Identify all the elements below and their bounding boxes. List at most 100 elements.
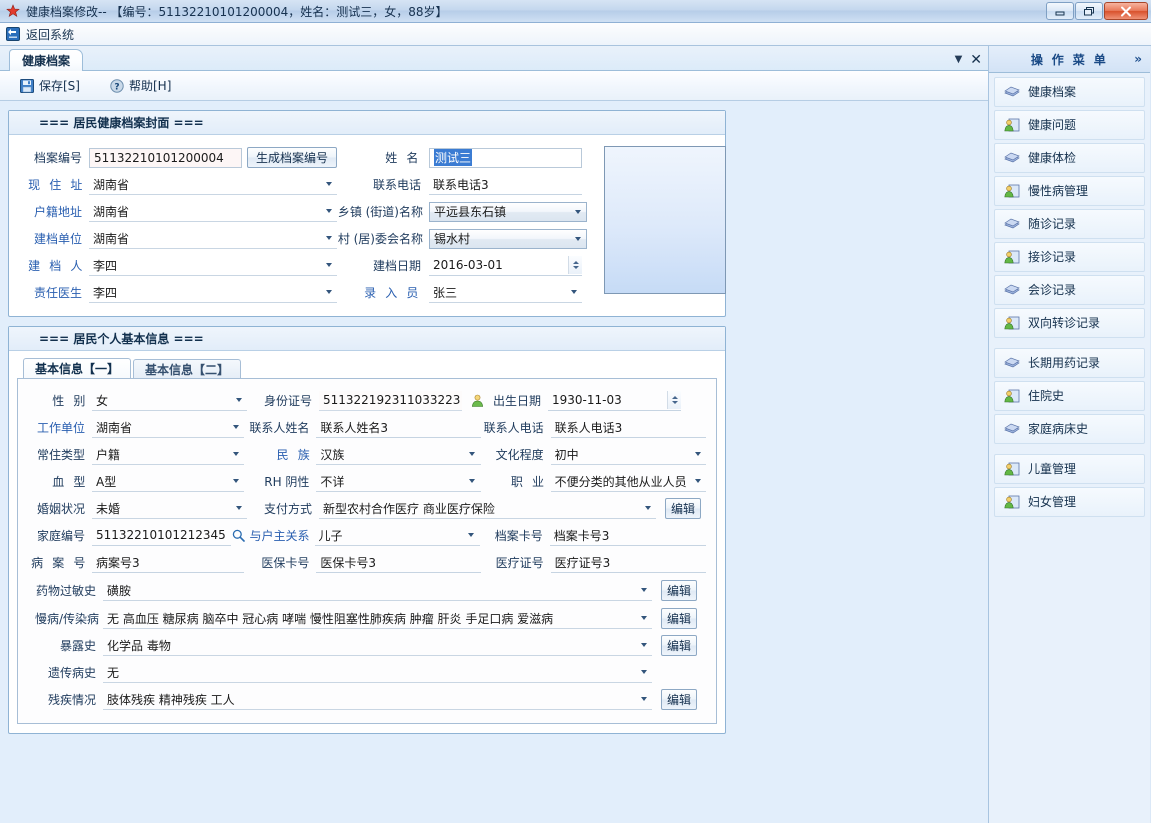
row-exposure: 暴露史 化学品 毒物 编辑 [28,632,706,659]
rh-label: RH 阴性 [264,475,310,489]
file-card-input[interactable]: 档案卡号3 [549,526,707,546]
tab-basic-info-1[interactable]: 基本信息【一】 [23,358,132,378]
cover-panel: === 居民健康档案封面 === 档案编号 51132210101200004 … [8,110,726,317]
chevron-down-icon [232,398,245,402]
rh-value: 不详 [320,474,345,489]
contact-name-input[interactable]: 联系人姓名3 [316,418,481,438]
unit-value: 湖南省 [93,231,130,246]
menu-item-hospitalization-history[interactable]: 住院史 [994,381,1145,411]
occupation-combo[interactable]: 不便分类的其他从业人员 [550,472,707,492]
search-icon[interactable] [231,528,247,544]
family-no-input[interactable]: 51132210101212345 [92,526,231,546]
recorder-combo[interactable]: 张三 [429,283,582,303]
medical-cert-input[interactable]: 医疗证号3 [550,553,706,573]
personal-subtabs: 基本信息【一】 基本信息【二】 [17,357,717,378]
menu-item-consultation-record[interactable]: 会诊记录 [994,275,1145,305]
chronic-combo[interactable]: 无 高血压 糖尿病 脑卒中 冠心病 哮喘 慢性阻塞性肺疾病 肿瘤 肝炎 手足口病… [103,609,652,629]
photo-placeholder[interactable] [604,146,726,294]
name-input-value: 测试三 [434,149,473,166]
menu-item-two-way-referral[interactable]: 双向转诊记录 [994,308,1145,338]
chronic-value: 无 高血压 糖尿病 脑卒中 冠心病 哮喘 慢性阻塞性肺疾病 肿瘤 肝炎 手足口病… [107,611,554,626]
content-pane: 健康档案 ▼ ✕ 保存[S] ? 帮助[H] === 居民健康档案封面 === … [0,46,989,823]
education-combo[interactable]: 初中 [550,445,707,465]
residence-type-value: 户籍 [96,447,121,462]
marital-combo[interactable]: 未婚 [92,499,247,519]
exposure-value: 化学品 毒物 [107,638,171,653]
tab-basic-info-1-label: 基本信息【一】 [35,362,120,376]
help-button[interactable]: ? 帮助[H] [106,75,175,96]
menu-item-chronic-management[interactable]: 慢性病管理 [994,176,1145,206]
menu-item-health-record[interactable]: 健康档案 [994,77,1145,107]
chevron-down-icon [232,506,245,510]
insurance-card-input[interactable]: 医保卡号3 [316,553,481,573]
birth-date-spinner[interactable] [667,391,681,409]
chronic-edit-button[interactable]: 编辑 [661,608,697,629]
gender-combo[interactable]: 女 [92,391,247,411]
ethnic-combo[interactable]: 汉族 [316,445,481,465]
household-address-combo[interactable]: 湖南省 [89,202,337,222]
contact-phone-input[interactable]: 联系人电话3 [550,418,706,438]
relation-combo[interactable]: 儿子 [314,526,480,546]
archive-no-label: 档案编号 [33,151,82,165]
chevron-down-icon [691,452,704,456]
relation-value: 儿子 [318,528,343,543]
birth-input[interactable]: 1930-11-03 [548,391,681,411]
tab-basic-info-2[interactable]: 基本信息【二】 [133,359,242,378]
allergy-combo[interactable]: 磺胺 [103,581,652,601]
name-input[interactable]: 测试三 [429,147,582,168]
recorder-label: 录 入 员 [364,286,421,300]
payment-combo[interactable]: 新型农村合作医疗 商业医疗保险 [319,499,656,519]
close-button[interactable] [1104,2,1148,20]
menu-item-family-sickbed[interactable]: 家庭病床史 [994,414,1145,444]
tab-close-icon[interactable]: ✕ [970,53,982,67]
village-label: 村 (居)委会名称 [337,232,423,246]
idcard-input[interactable]: 511322192311033223 [319,390,462,411]
exposure-edit-button[interactable]: 编辑 [661,635,697,656]
archive-no-input[interactable]: 51132210101200004 [89,147,242,168]
hereditary-combo[interactable]: 无 [103,663,652,683]
payment-edit-button[interactable]: 编辑 [665,498,701,519]
tab-health-record[interactable]: 健康档案 [9,49,84,71]
generate-archive-no-button[interactable]: 生成档案编号 [247,147,337,168]
menu-item-women-management[interactable]: 妇女管理 [994,487,1145,517]
menu-item-child-management[interactable]: 儿童管理 [994,454,1145,484]
blood-combo[interactable]: A型 [92,472,245,492]
residence-type-combo[interactable]: 户籍 [92,445,245,465]
restore-button[interactable] [1075,2,1103,20]
expand-chevron-icon[interactable]: » [1134,52,1142,66]
disability-edit-button[interactable]: 编辑 [661,689,697,710]
current-address-combo[interactable]: 湖南省 [89,175,337,195]
menu-item-longterm-medication[interactable]: 长期用药记录 [994,348,1145,378]
village-combo[interactable]: 锡水村 [429,228,587,249]
menu-item-followup-record[interactable]: 随诊记录 [994,209,1145,239]
menu-item-health-exam[interactable]: 健康体检 [994,143,1145,173]
return-system-label[interactable]: 返回系统 [26,26,74,43]
case-no-input[interactable]: 病案号3 [92,553,245,573]
workunit-combo[interactable]: 湖南省 [92,418,245,438]
rh-combo[interactable]: 不详 [316,472,481,492]
chevron-down-icon [322,182,335,186]
unit-combo[interactable]: 湖南省 [89,229,337,249]
person-card-icon [1004,389,1020,403]
date-spinner[interactable] [568,256,582,274]
row-chronic: 慢病/传染病 无 高血压 糖尿病 脑卒中 冠心病 哮喘 慢性阻塞性肺疾病 肿瘤 … [28,605,706,632]
create-date-input[interactable]: 2016-03-01 [429,256,582,276]
minimize-button[interactable] [1046,2,1074,20]
creator-combo[interactable]: 李四 [89,256,337,276]
menu-item-reception-record[interactable]: 接诊记录 [994,242,1145,272]
allergy-edit-button[interactable]: 编辑 [661,580,697,601]
doctor-combo[interactable]: 李四 [89,283,337,303]
payment-value: 新型农村合作医疗 商业医疗保险 [323,501,495,516]
main-body: 健康档案 ▼ ✕ 保存[S] ? 帮助[H] === 居民健康档案封面 === … [0,46,1151,823]
tab-list-dropdown-icon[interactable]: ▼ [955,55,963,65]
chevron-down-icon [466,479,479,483]
medical-cert-label: 医疗证号 [495,556,544,570]
phone-input[interactable]: 联系电话3 [429,175,582,195]
disability-combo[interactable]: 肢体残疾 精神残疾 工人 [103,690,652,710]
name-label: 姓 名 [385,151,421,165]
menu-item-health-problem[interactable]: 健康问题 [994,110,1145,140]
exposure-combo[interactable]: 化学品 毒物 [103,636,652,656]
menu-item-label: 家庭病床史 [1028,422,1089,436]
save-button[interactable]: 保存[S] [16,75,84,96]
town-combo[interactable]: 平远县东石镇 [429,201,587,222]
